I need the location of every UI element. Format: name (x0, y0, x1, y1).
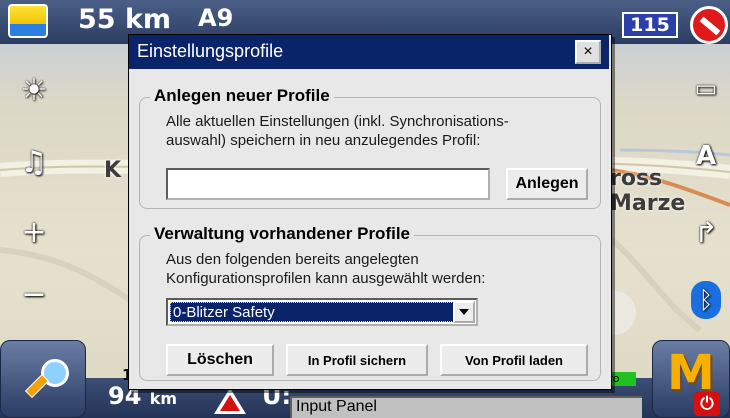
create-button[interactable]: Anlegen (506, 168, 588, 200)
search-button[interactable] (0, 340, 86, 418)
north-letter-icon: A (695, 141, 717, 171)
map-place-label-left: K (104, 158, 122, 183)
power-icon[interactable]: ⏻ (694, 392, 720, 416)
sun-icon: ☀ (20, 72, 48, 108)
manage-profiles-description: Aus den folgenden bereits angelegten Kon… (166, 251, 486, 287)
bluetooth-button[interactable]: ᛒ (684, 278, 728, 322)
bluetooth-icon: ᛒ (691, 281, 721, 319)
speed-limit-sign: 115 (622, 12, 678, 38)
profile-select-value: 0-Blitzer Safety (170, 302, 456, 322)
road-name: A9 (198, 4, 234, 32)
close-button[interactable]: × (575, 40, 601, 64)
profiles-dialog: Einstellungsprofile × Anlegen neuer Prof… (128, 34, 612, 390)
create-profile-group: Anlegen neuer Profile Alle aktuellen Ein… (139, 86, 601, 209)
manage-profiles-group: Verwaltung vorhandener Profile Aus den f… (139, 224, 601, 381)
music-button[interactable]: ♫ (12, 140, 56, 184)
music-note-icon: ♫ (20, 144, 48, 180)
profile-name-input[interactable] (166, 168, 490, 200)
minus-icon: − (21, 276, 47, 312)
dialog-title: Einstellungsprofile (137, 41, 284, 61)
manage-profiles-legend: Verwaltung vorhandener Profile (150, 224, 415, 244)
zoom-in-button[interactable]: + (12, 210, 56, 254)
warning-triangle-icon (214, 388, 246, 414)
profile-select[interactable]: 0-Blitzer Safety (166, 298, 478, 326)
input-panel-bar[interactable]: Input Panel (290, 396, 642, 418)
save-to-profile-button[interactable]: In Profil sichern (286, 344, 428, 376)
create-profile-legend: Anlegen neuer Profile (150, 86, 334, 106)
plus-icon: + (21, 214, 47, 250)
create-profile-description: Alle aktuellen Einstellungen (inkl. Sync… (166, 113, 509, 149)
dialog-title-bar: Einstellungsprofile × (129, 35, 609, 69)
chevron-down-icon[interactable] (453, 301, 475, 323)
load-from-profile-button[interactable]: Von Profil laden (440, 344, 588, 376)
battery-button[interactable]: ▭ (684, 66, 728, 110)
battery-icon: ▭ (694, 74, 718, 102)
compass-icon[interactable] (690, 6, 728, 44)
route-button[interactable]: ↱ (684, 210, 728, 254)
turn-right-arrow-icon: ↱ (694, 215, 718, 249)
country-flag-icon (8, 4, 48, 38)
delete-button[interactable]: Löschen (166, 344, 274, 376)
zoom-out-button[interactable]: − (12, 272, 56, 316)
distance-to-turn: 55 km (78, 4, 172, 35)
day-night-button[interactable]: ☀ (12, 68, 56, 112)
map-orientation-button[interactable]: A (684, 134, 728, 178)
